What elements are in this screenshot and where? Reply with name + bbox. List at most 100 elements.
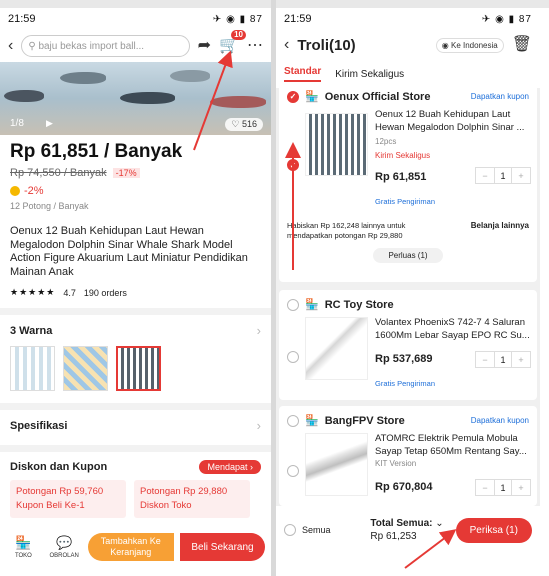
plus-button[interactable]: + xyxy=(512,480,530,495)
coin-discount-value: -2% xyxy=(24,185,44,197)
store-icon: 🏪 xyxy=(305,299,319,311)
chevron-right-icon: › xyxy=(256,418,261,433)
select-all-checkbox[interactable] xyxy=(284,524,296,536)
item-price: Rp 61,851 xyxy=(375,171,427,183)
item-checkbox[interactable] xyxy=(287,351,299,363)
product-header: ‹ ⚲ baju bekas import ball... ➦ 🛒 10 ⋯ xyxy=(0,30,271,62)
battery-level: 87 xyxy=(249,13,263,25)
color-options xyxy=(0,346,271,391)
total-summary: Total Semua: ⌄ Rp 61,253 xyxy=(370,517,443,543)
shop-more-link[interactable]: Belanja lainnya xyxy=(471,221,529,240)
share-icon[interactable]: ➦ xyxy=(198,38,211,54)
color-option-2[interactable] xyxy=(63,346,108,391)
store-header: 🏪 BangFPV Store Dapatkan kupon xyxy=(279,406,537,431)
search-input[interactable]: ⚲ baju bekas import ball... xyxy=(21,35,190,57)
cart-item: ATOMRC Elektrik Pemula Mobula Sayap Teta… xyxy=(279,431,537,506)
item-tag: Kirim Sekaligus xyxy=(375,151,431,160)
quantity-value[interactable]: 1 xyxy=(494,352,512,367)
heart-icon: ♡ xyxy=(231,119,240,129)
chat-icon: 💬 xyxy=(56,535,73,550)
item-checkbox[interactable] xyxy=(287,465,299,477)
plus-button[interactable]: + xyxy=(512,168,530,183)
cart-badge: 10 xyxy=(231,30,246,40)
buy-now-button[interactable]: Beli Sekarang xyxy=(179,533,265,561)
get-coupon-link[interactable]: Dapatkan kupon xyxy=(471,92,529,101)
product-image[interactable] xyxy=(305,113,368,176)
spec-title: Spesifikasi xyxy=(10,419,68,432)
quantity-stepper: − 1 + xyxy=(475,479,531,496)
item-name[interactable]: Oenux 12 Buah Kehidupan Laut Hewan Megal… xyxy=(375,109,533,134)
checkout-bar: Semua Total Semua: ⌄ Rp 61,253 Periksa (… xyxy=(276,506,540,554)
get-coupon-button[interactable]: Mendapat › xyxy=(199,460,261,474)
store-button[interactable]: 🏪 TOKO xyxy=(6,535,41,559)
item-checkbox[interactable]: ✓ xyxy=(287,159,299,171)
store-card: ✓ 🏪 Oenux Official Store Dapatkan kupon … xyxy=(279,82,537,282)
color-option-1[interactable] xyxy=(10,346,55,391)
store-icon: 🏪 xyxy=(305,91,319,103)
search-placeholder: baju bekas import ball... xyxy=(38,40,145,52)
more-icon[interactable]: ⋯ xyxy=(247,38,263,54)
product-image[interactable] xyxy=(305,433,368,496)
section-separator xyxy=(0,403,271,410)
like-button[interactable]: ♡ 516 xyxy=(225,118,263,131)
store-icon: 🏪 xyxy=(305,415,319,427)
status-icons: ✈ ◉ ▮ 87 xyxy=(212,13,263,25)
add-to-cart-button[interactable]: Tambahkan Ke Keranjang xyxy=(87,533,174,561)
location-selector[interactable]: ◉ Ke Indonesia xyxy=(435,37,504,53)
product-gallery[interactable]: 1/8 ▶ ♡ 516 xyxy=(0,62,271,135)
chat-button[interactable]: 💬 OBROLAN xyxy=(47,535,82,559)
product-title: Oenux 12 Buah Kehidupan Laut Hewan Megal… xyxy=(10,225,248,278)
coupon-section-header: Diskon dan Kupon Mendapat › xyxy=(0,452,271,480)
item-price: Rp 537,689 xyxy=(375,353,433,365)
play-icon[interactable]: ▶ xyxy=(46,118,53,129)
get-coupon-link[interactable]: Dapatkan kupon xyxy=(471,416,529,425)
quantity-value[interactable]: 1 xyxy=(494,480,512,495)
store-name[interactable]: BangFPV Store xyxy=(325,415,405,427)
cart-header: ‹ Troli(10) ◉ Ke Indonesia 🗑 xyxy=(276,30,540,60)
tab-kirim-sekaligus[interactable]: Kirim Sekaligus xyxy=(335,69,404,80)
expand-button[interactable]: Perluas (1) xyxy=(373,248,443,263)
store-name[interactable]: Oenux Official Store xyxy=(325,91,431,103)
coupon-desc: Diskon Toko xyxy=(140,500,192,511)
tab-standar[interactable]: Standar xyxy=(284,66,322,82)
coupon-card[interactable]: Potongan Rp 29,880 Diskon Toko xyxy=(134,480,250,518)
chevron-down-icon[interactable]: ⌄ xyxy=(435,518,443,529)
cart-item: ✓ Oenux 12 Buah Kehidupan Laut Hewan Meg… xyxy=(279,107,537,217)
minus-button[interactable]: − xyxy=(476,168,494,183)
shipping-label: Gratis Pengiriman xyxy=(375,197,436,206)
store-checkbox[interactable]: ✓ xyxy=(287,90,299,103)
get-coupon-label: Mendapat xyxy=(207,462,248,472)
section-separator xyxy=(0,308,271,315)
coupon-section-title: Diskon dan Kupon xyxy=(10,461,108,473)
minus-button[interactable]: − xyxy=(476,352,494,367)
item-name[interactable]: ATOMRC Elektrik Pemula Mobula Sayap Teta… xyxy=(375,433,533,458)
product-detail-panel: 21:59 ✈ ◉ ▮ 87 ‹ ⚲ baju bekas import bal… xyxy=(0,8,271,576)
store-name[interactable]: RC Toy Store xyxy=(325,299,394,311)
product-image[interactable] xyxy=(305,317,368,380)
coupon-list: Potongan Rp 59,760 Kupon Beli Ke-1 Poton… xyxy=(0,480,271,518)
checkout-button[interactable]: Periksa (1) xyxy=(455,517,532,543)
item-name[interactable]: Volantex PhoenixS 742-7 4 Saluran 1600Mm… xyxy=(375,317,533,342)
store-checkbox[interactable] xyxy=(287,414,299,427)
cart-icon[interactable]: 🛒 10 xyxy=(219,30,246,54)
minus-button[interactable]: − xyxy=(476,480,494,495)
cart-panel: 21:59 ✈ ◉ ▮ 87 ‹ Troli(10) ◉ Ke Indonesi… xyxy=(276,8,540,576)
promo-text: Habiskan Rp 162,248 lainnya untuk mendap… xyxy=(287,221,406,240)
back-icon[interactable]: ‹ xyxy=(8,38,13,54)
coupon-card[interactable]: Potongan Rp 59,760 Kupon Beli Ke-1 xyxy=(10,480,126,518)
like-count: 516 xyxy=(241,119,257,129)
total-value: Rp 61,253 xyxy=(370,531,417,542)
back-icon[interactable]: ‹ xyxy=(284,37,289,53)
color-option-3-selected[interactable] xyxy=(116,346,161,391)
color-section-header[interactable]: 3 Warna › xyxy=(0,315,271,346)
store-card: 🏪 RC Toy Store Volantex PhoenixS 742-7 4… xyxy=(279,290,537,400)
store-header: ✓ 🏪 Oenux Official Store Dapatkan kupon xyxy=(279,82,537,107)
trash-icon[interactable]: 🗑 xyxy=(512,37,532,53)
plus-button[interactable]: + xyxy=(512,352,530,367)
store-checkbox[interactable] xyxy=(287,298,299,311)
quantity-value[interactable]: 1 xyxy=(494,168,512,183)
store-label: TOKO xyxy=(14,553,32,559)
battery-level: 87 xyxy=(518,13,532,25)
spec-section-header[interactable]: Spesifikasi › xyxy=(0,410,271,441)
shipping-label: Gratis Pengiriman xyxy=(375,379,436,388)
